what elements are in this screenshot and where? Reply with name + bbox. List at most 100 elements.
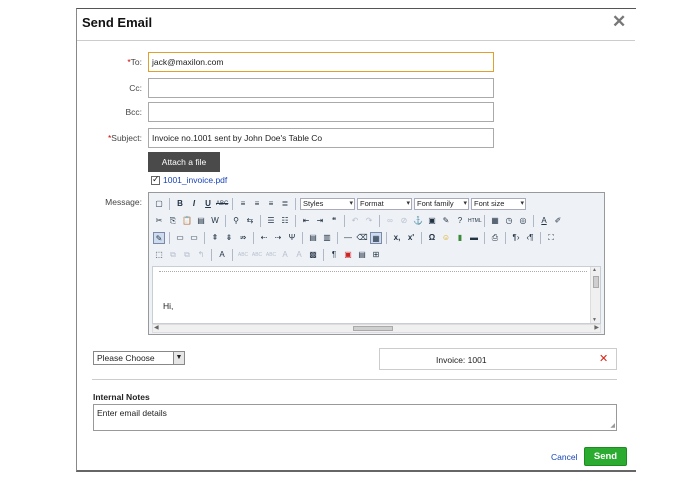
align-right-icon[interactable]: ≡ xyxy=(265,198,277,210)
format-select[interactable]: Format xyxy=(357,197,412,210)
del-icon[interactable]: A xyxy=(279,249,291,261)
table-icon[interactable]: ▦ xyxy=(370,231,382,244)
message-vscroll[interactable]: ▲ ▼ xyxy=(590,267,600,323)
move-backward-icon[interactable]: ⧉ xyxy=(181,249,193,261)
anchor-icon[interactable]: ⚓ xyxy=(412,215,424,227)
acronym-icon[interactable]: ABC xyxy=(265,249,277,261)
special-char-icon[interactable]: Ω xyxy=(426,232,438,244)
fullscreen-icon[interactable]: ⛶ xyxy=(545,232,557,244)
cite-icon[interactable]: ABC xyxy=(237,249,249,261)
please-choose-select[interactable]: Please Choose ▼ xyxy=(93,351,185,365)
scroll-left-icon[interactable]: ◀ xyxy=(154,324,159,331)
paste-text-icon[interactable]: ▤ xyxy=(195,215,207,227)
subscript-icon[interactable]: x, xyxy=(391,232,403,244)
template-icon[interactable]: ▤ xyxy=(356,249,368,261)
font-size-select[interactable]: Font size xyxy=(471,197,526,210)
insert-row-before-icon[interactable]: ⇞ xyxy=(209,232,221,244)
insert-row-after-icon[interactable]: ⇟ xyxy=(223,232,235,244)
align-center-icon[interactable]: ≡ xyxy=(251,198,263,210)
styles-select[interactable]: Styles xyxy=(300,197,355,210)
paste-icon[interactable]: 📋 xyxy=(181,215,193,227)
bold-icon[interactable]: B xyxy=(174,198,186,210)
insert-layer-icon[interactable]: ⬚ xyxy=(153,249,165,261)
ltr-icon[interactable]: ¶› xyxy=(510,232,522,244)
blockquote-icon[interactable]: ❝ xyxy=(328,215,340,227)
unlink-icon[interactable]: ⊘ xyxy=(398,215,410,227)
paste-word-icon[interactable]: W xyxy=(209,215,221,227)
align-left-icon[interactable]: ≡ xyxy=(237,198,249,210)
remove-invoice-icon[interactable]: ✕ xyxy=(599,352,608,365)
superscript-icon[interactable]: x' xyxy=(405,232,417,244)
layer-icon[interactable]: ▬ xyxy=(468,232,480,244)
font-family-select[interactable]: Font family xyxy=(414,197,469,210)
split-cells-icon[interactable]: ▤ xyxy=(307,232,319,244)
outdent-icon[interactable]: ⇤ xyxy=(300,215,312,227)
media-icon[interactable]: ▮ xyxy=(454,232,466,244)
insert-time-icon[interactable]: ◷ xyxy=(503,215,515,227)
move-forward-icon[interactable]: ⧉ xyxy=(167,249,179,261)
strikethrough-icon[interactable]: ABC xyxy=(216,198,228,210)
italic-icon[interactable]: I xyxy=(188,198,200,210)
scroll-right-icon[interactable]: ▶ xyxy=(594,324,599,331)
visual-aid-icon[interactable]: ✎ xyxy=(153,231,165,244)
emoticon-icon[interactable]: ☺ xyxy=(440,232,452,244)
print-icon[interactable]: ⎙ xyxy=(489,232,501,244)
merge-cells-icon[interactable]: ▥ xyxy=(321,232,333,244)
message-body[interactable]: Hi, ▲ ▼ xyxy=(152,266,601,324)
insert-col-after-icon[interactable]: ⇢ xyxy=(272,232,284,244)
scroll-up-icon[interactable]: ▲ xyxy=(592,267,597,273)
undo-icon[interactable]: ↶ xyxy=(349,215,361,227)
close-icon[interactable]: ✕ xyxy=(612,12,626,32)
attachment-checkbox[interactable] xyxy=(151,174,160,185)
scroll-down-icon[interactable]: ▼ xyxy=(592,317,597,323)
indent-icon[interactable]: ⇥ xyxy=(314,215,326,227)
text-color-icon[interactable]: A xyxy=(538,215,550,227)
send-button[interactable]: Send xyxy=(584,447,627,466)
remove-format-icon[interactable]: ⌫ xyxy=(356,232,368,244)
internal-notes-field[interactable]: Enter email details ◢ xyxy=(93,404,617,431)
delete-col-icon[interactable]: Ψ xyxy=(286,232,298,244)
subject-field[interactable]: Invoice no.1001 sent by John Doe's Table… xyxy=(148,128,494,148)
to-field[interactable]: jack@maxilon.com xyxy=(148,52,494,72)
horizontal-rule-icon[interactable]: — xyxy=(342,232,354,244)
table-cell-props-icon[interactable]: ▭ xyxy=(188,232,200,244)
image-icon[interactable]: ▣ xyxy=(426,215,438,227)
chevron-down-icon[interactable]: ▼ xyxy=(173,352,184,364)
rtl-icon[interactable]: ‹¶ xyxy=(524,232,536,244)
help-icon[interactable]: ? xyxy=(454,215,466,227)
cancel-link[interactable]: Cancel xyxy=(551,452,577,462)
cut-icon[interactable]: ✂ xyxy=(153,215,165,227)
table-row-props-icon[interactable]: ▭ xyxy=(174,232,186,244)
highlight-color-icon[interactable]: ✐ xyxy=(552,215,564,227)
insert-col-before-icon[interactable]: ⇠ xyxy=(258,232,270,244)
abbr-icon[interactable]: ABC xyxy=(251,249,263,261)
attach-file-button[interactable]: Attach a file xyxy=(148,152,220,172)
attachment-link[interactable]: 1001_invoice.pdf xyxy=(163,175,227,185)
styleprops-icon[interactable]: A xyxy=(216,249,228,261)
preview-icon[interactable]: ◎ xyxy=(517,215,529,227)
insert-date-icon[interactable]: ▦ xyxy=(489,215,501,227)
ins-icon[interactable]: A xyxy=(293,249,305,261)
link-icon[interactable]: ∞ xyxy=(384,215,396,227)
replace-icon[interactable]: ⇆ xyxy=(244,215,256,227)
underline-icon[interactable]: U xyxy=(202,198,214,210)
visual-chars-icon[interactable]: ¶ xyxy=(328,249,340,261)
absolute-icon[interactable]: ↰ xyxy=(195,249,207,261)
attribs-icon[interactable]: ▩ xyxy=(307,249,319,261)
message-hscroll[interactable]: ◀ ▶ xyxy=(152,324,601,333)
html-icon[interactable]: HTML xyxy=(468,215,482,227)
pagebreak-icon[interactable]: ⊞ xyxy=(370,249,382,261)
cleanup-icon[interactable]: ✎ xyxy=(440,215,452,227)
copy-icon[interactable]: ⎘ xyxy=(167,215,179,227)
bullet-list-icon[interactable]: ☰ xyxy=(265,215,277,227)
align-justify-icon[interactable]: ≣ xyxy=(279,198,291,210)
resize-grip-icon[interactable]: ◢ xyxy=(610,422,615,429)
delete-row-icon[interactable]: ⇏ xyxy=(237,232,249,244)
nonbreaking-icon[interactable]: ▣ xyxy=(342,249,354,261)
numbered-list-icon[interactable]: ☷ xyxy=(279,215,291,227)
bcc-field[interactable] xyxy=(148,102,494,122)
new-document-icon[interactable]: ▢ xyxy=(153,198,165,210)
cc-field[interactable] xyxy=(148,78,494,98)
find-icon[interactable]: ⚲ xyxy=(230,215,242,227)
redo-icon[interactable]: ↷ xyxy=(363,215,375,227)
